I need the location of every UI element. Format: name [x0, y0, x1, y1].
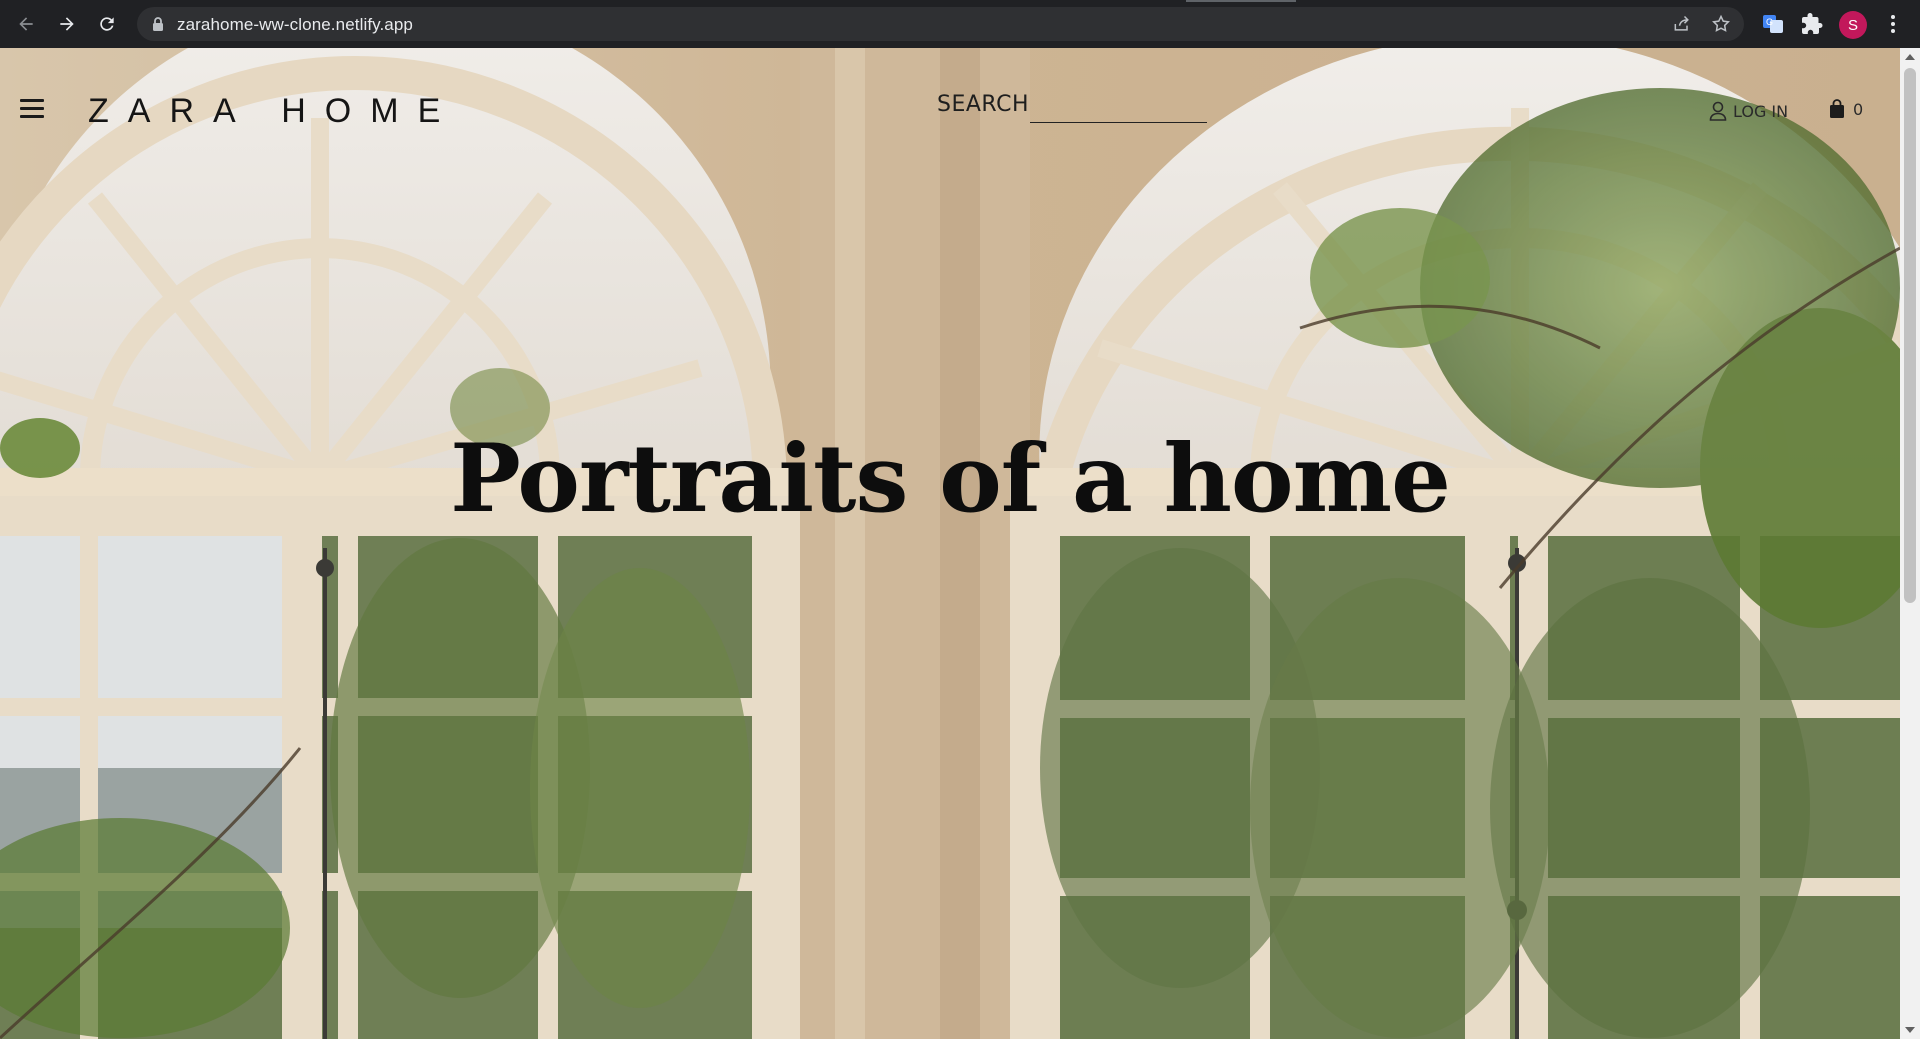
menu-dots-icon[interactable] [1883, 12, 1903, 36]
profile-avatar[interactable]: S [1839, 11, 1867, 39]
page-viewport: ZARA HOME SEARCH LOG IN 0 Portraits of a… [0, 48, 1900, 1039]
scroll-down-arrow-icon[interactable] [1905, 1027, 1915, 1033]
cart-button[interactable]: 0 [1829, 99, 1863, 119]
search-label: SEARCH [937, 92, 1030, 117]
back-button[interactable] [12, 10, 40, 38]
forward-button[interactable] [53, 10, 81, 38]
cart-count: 0 [1853, 99, 1864, 119]
bookmark-star-icon[interactable] [1711, 14, 1731, 34]
scroll-up-arrow-icon[interactable] [1905, 54, 1915, 60]
hero-background-image [0, 48, 1900, 1039]
extensions-puzzle-icon[interactable] [1800, 12, 1824, 36]
login-link[interactable]: LOG IN [1709, 100, 1788, 122]
reload-button[interactable] [93, 10, 121, 38]
hamburger-menu-button[interactable] [20, 99, 44, 119]
tab-strip-accent [1186, 0, 1296, 2]
share-icon[interactable] [1672, 14, 1692, 34]
shopping-bag-icon [1830, 99, 1844, 118]
user-icon [1709, 101, 1727, 121]
reload-icon [100, 17, 114, 31]
url-text: zarahome-ww-clone.netlify.app [177, 15, 413, 34]
browser-toolbar: zarahome-ww-clone.netlify.app G S [0, 0, 1920, 49]
forward-icon [60, 17, 74, 31]
svg-text:G: G [1766, 17, 1773, 27]
site-logo[interactable]: ZARA HOME [88, 92, 459, 131]
page-scrollbar[interactable] [1900, 48, 1920, 1039]
hero-title: Portraits of a home [450, 424, 1451, 534]
search-input[interactable] [1030, 92, 1207, 123]
address-bar[interactable]: zarahome-ww-clone.netlify.app [137, 7, 1744, 41]
login-label: LOG IN [1733, 101, 1789, 121]
lock-icon [153, 17, 163, 31]
translate-extension-icon[interactable]: G [1761, 12, 1785, 36]
back-icon [19, 17, 33, 31]
scroll-thumb[interactable] [1904, 68, 1916, 603]
